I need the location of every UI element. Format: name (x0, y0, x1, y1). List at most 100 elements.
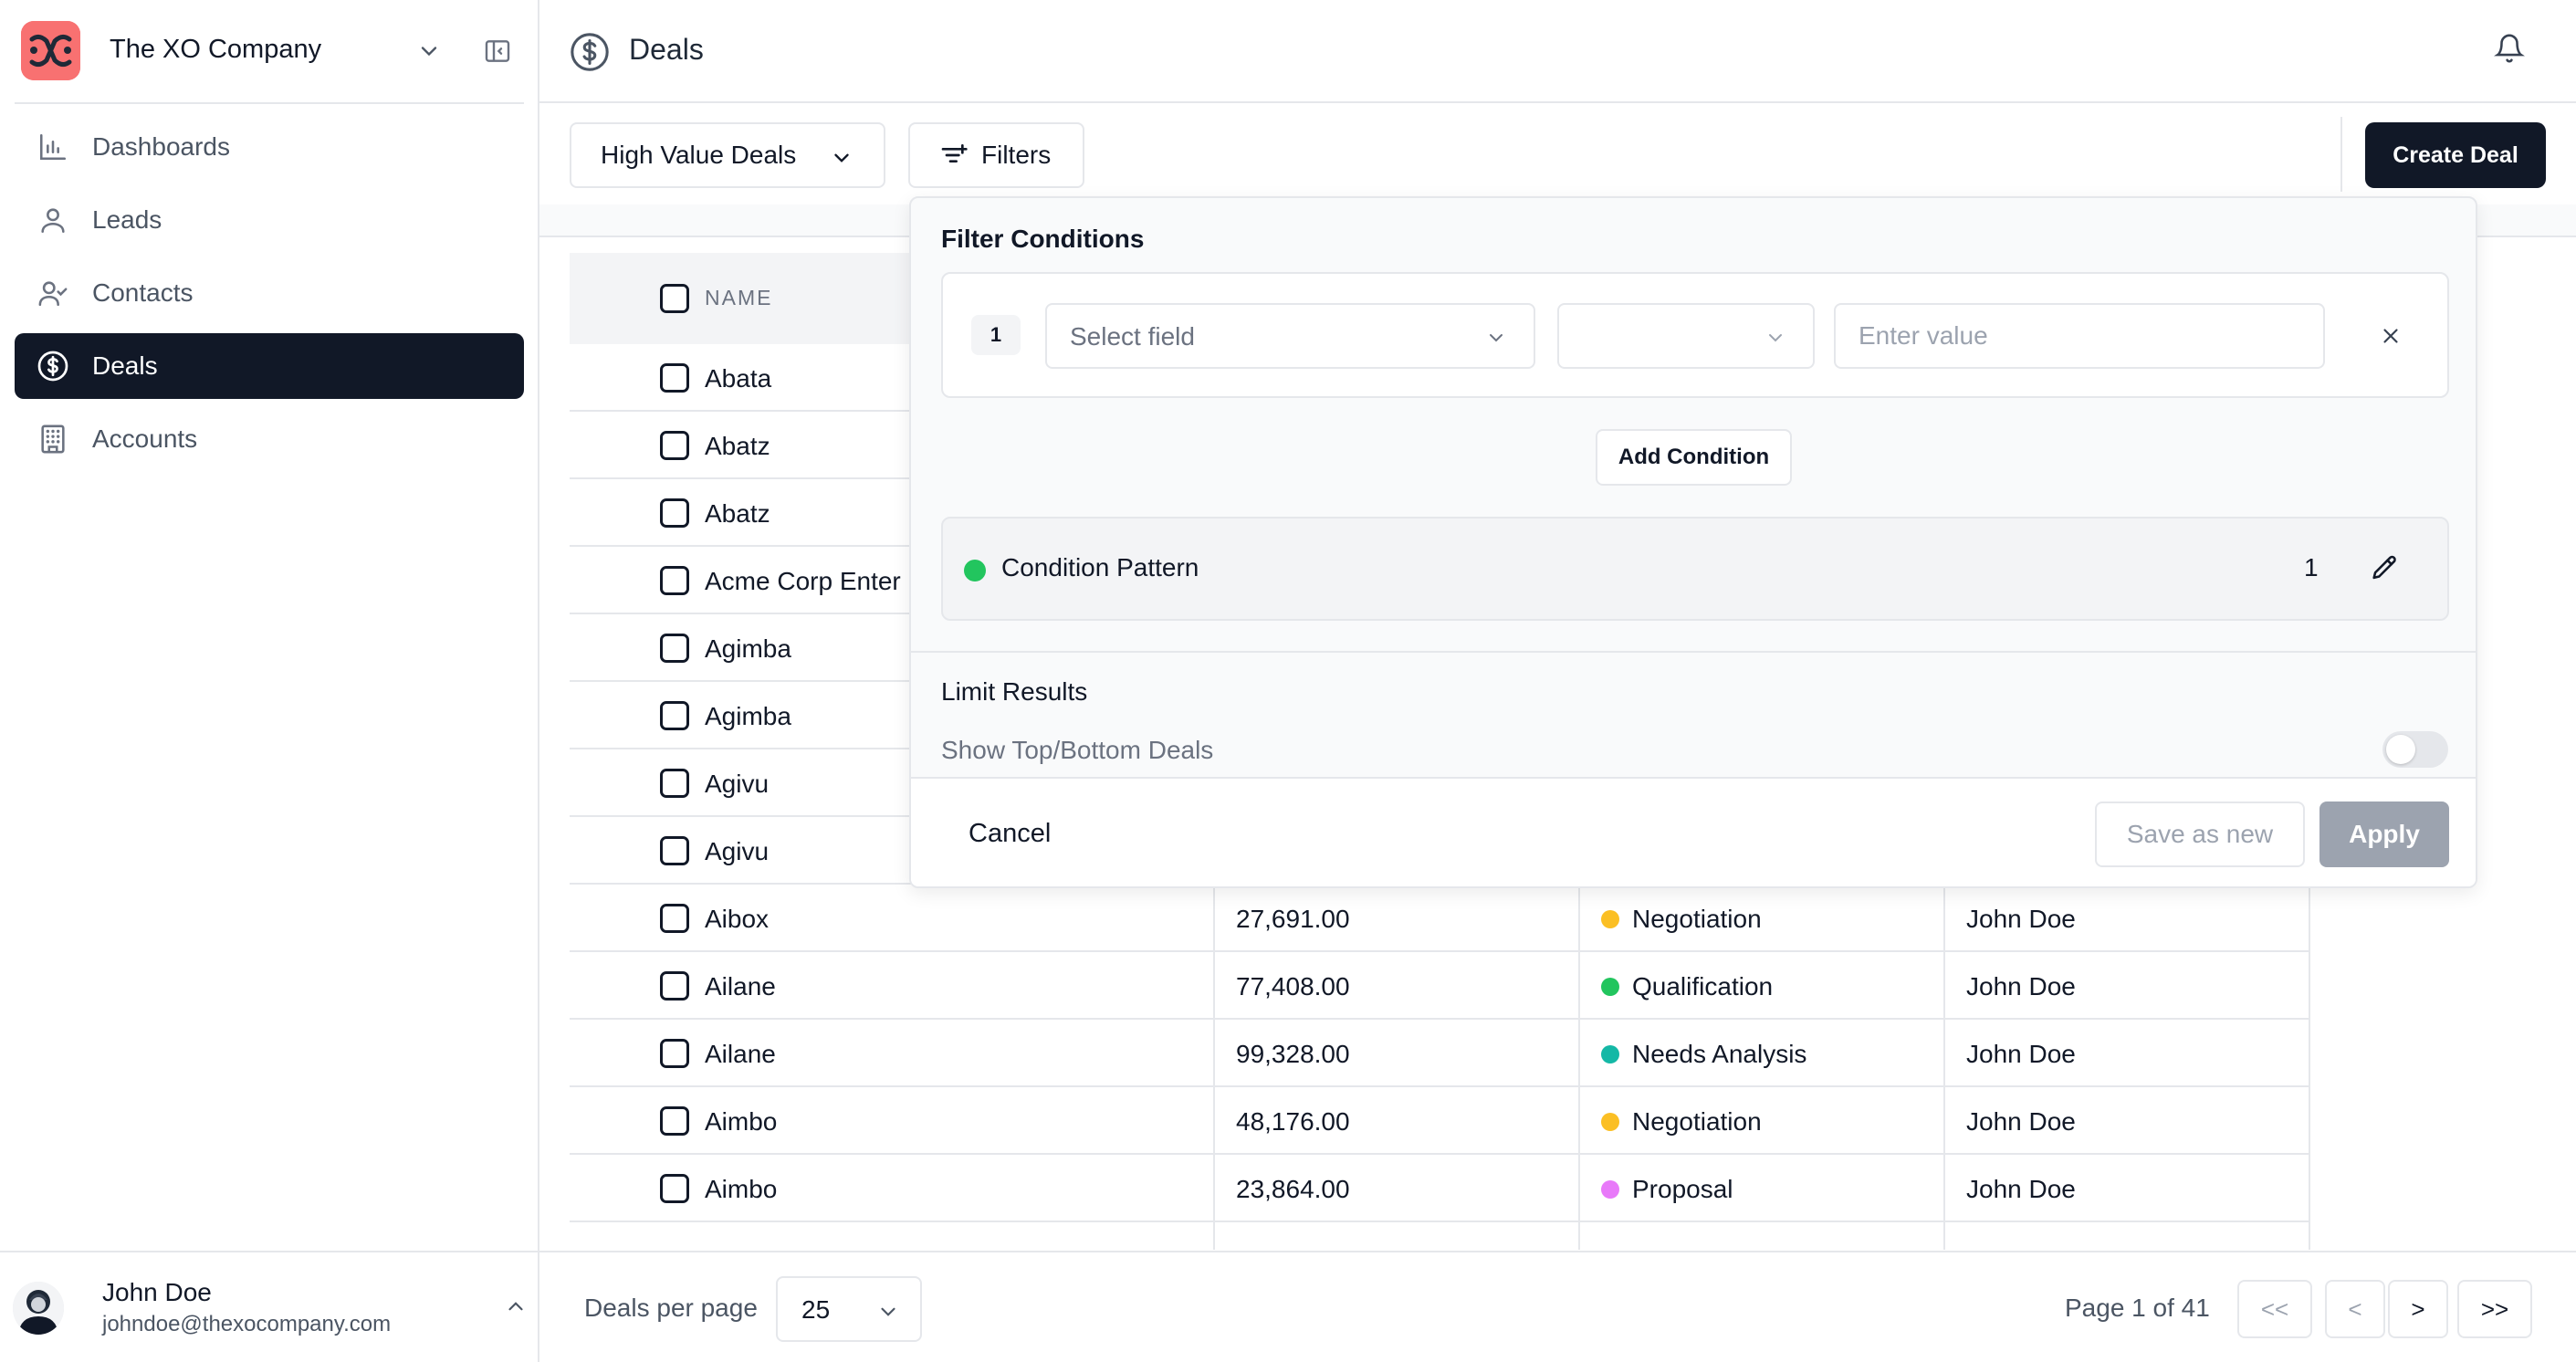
per-page-label: Deals per page (584, 1294, 758, 1322)
stage-dot (1601, 1113, 1619, 1131)
deal-name: Agivu (705, 770, 770, 798)
limit-results-title: Limit Results (941, 677, 1088, 706)
top-bottom-label: Show Top/Bottom Deals (941, 736, 1214, 764)
avatar (13, 1282, 64, 1335)
chevron-down-icon (1764, 327, 1786, 349)
row-checkbox[interactable] (660, 1174, 689, 1203)
next-page-button[interactable]: > (2388, 1280, 2448, 1338)
stage-label: Qualification (1632, 972, 1774, 1001)
sidebar-item-label: Leads (92, 205, 162, 234)
add-condition-button[interactable]: Add Condition (1596, 429, 1792, 486)
create-deal-button[interactable]: Create Deal (2365, 122, 2546, 188)
deal-stage: Negotiation (1601, 1107, 1762, 1137)
deal-name: Abatz (705, 499, 770, 528)
sidebar-nav: Dashboards Leads Contacts Deals Accounts (15, 114, 524, 479)
company-logo (21, 21, 80, 80)
toggle-knob (2386, 735, 2415, 764)
company-switcher[interactable]: The XO Company (0, 0, 538, 103)
stage-dot (1601, 910, 1619, 928)
deal-name: Agimba (705, 702, 791, 730)
deal-owner: John Doe (1966, 1107, 2076, 1136)
select-all-checkbox[interactable] (660, 284, 689, 313)
save-as-new-button[interactable]: Save as new (2095, 801, 2305, 867)
sidebar-item-label: Contacts (92, 278, 194, 307)
column-divider (2309, 885, 2310, 1250)
top-bottom-toggle[interactable] (2382, 731, 2448, 768)
user-name: John Doe (102, 1278, 212, 1306)
row-checkbox[interactable] (660, 431, 689, 460)
column-divider (1213, 885, 1215, 1250)
deal-name: Acme Corp Enter (705, 567, 901, 595)
table-row[interactable]: Aimbo 48,176.00 Negotiation John Doe (570, 1087, 2309, 1155)
pencil-icon[interactable] (2369, 553, 2400, 584)
row-checkbox[interactable] (660, 1106, 689, 1136)
deal-name: Aimbo (705, 1175, 778, 1203)
apply-button[interactable]: Apply (2319, 801, 2449, 867)
deal-stage: Negotiation (1601, 905, 1762, 934)
building-icon (37, 423, 69, 456)
stage-label: Negotiation (1632, 905, 1762, 933)
chevron-down-icon (876, 1300, 900, 1324)
bell-icon[interactable] (2494, 33, 2525, 64)
table-row[interactable]: Aibox 27,691.00 Negotiation John Doe (570, 885, 2309, 952)
page-info: Page 1 of 41 (2065, 1294, 2210, 1322)
deal-owner: John Doe (1966, 1175, 2076, 1203)
row-checkbox[interactable] (660, 971, 689, 1001)
filter-panel-divider (911, 651, 2476, 653)
column-divider (1943, 885, 1945, 1250)
row-checkbox[interactable] (660, 1039, 689, 1068)
row-checkbox[interactable] (660, 566, 689, 595)
deal-name: Abata (705, 364, 772, 393)
filters-button[interactable]: Filters (908, 122, 1084, 188)
bar-chart-icon (37, 131, 69, 163)
sidebar: The XO Company Dashboards Leads Contacts (0, 0, 539, 1362)
user-menu[interactable]: John Doe johndoe@thexocompany.com (0, 1251, 538, 1362)
row-checkbox[interactable] (660, 836, 689, 865)
sidebar-item-dashboards[interactable]: Dashboards (15, 114, 524, 180)
value-input[interactable] (1834, 303, 2325, 369)
page-title: Deals (629, 33, 704, 66)
deal-name: Ailane (705, 1040, 776, 1068)
sidebar-item-deals[interactable]: Deals (15, 333, 524, 399)
deal-stage: Proposal (1601, 1175, 1733, 1204)
table-row[interactable]: Ailane 99,328.00 Needs Analysis John Doe (570, 1020, 2309, 1087)
sidebar-item-leads[interactable]: Leads (15, 187, 524, 253)
close-icon[interactable] (2379, 324, 2403, 348)
dollar-circle-icon (569, 31, 611, 73)
filter-panel-footer: Cancel Save as new Apply (911, 777, 2476, 886)
row-checkbox[interactable] (660, 363, 689, 393)
cancel-button[interactable]: Cancel (969, 819, 1051, 849)
deal-name: Agivu (705, 837, 770, 865)
chevron-down-icon[interactable] (416, 38, 442, 64)
collapse-sidebar-icon[interactable] (483, 37, 512, 66)
sidebar-divider (15, 102, 524, 104)
row-checkbox[interactable] (660, 701, 689, 730)
row-checkbox[interactable] (660, 498, 689, 528)
operator-select[interactable] (1557, 303, 1815, 369)
first-page-button[interactable]: << (2237, 1280, 2312, 1338)
per-page-value: 25 (801, 1295, 831, 1324)
dollar-circle-icon (37, 350, 69, 382)
saved-view-select[interactable]: High Value Deals (570, 122, 885, 188)
table-row[interactable]: Ailane 77,408.00 Qualification John Doe (570, 952, 2309, 1020)
user-icon (37, 204, 69, 236)
sidebar-item-contacts[interactable]: Contacts (15, 260, 524, 326)
last-page-button[interactable]: >> (2457, 1280, 2532, 1338)
row-checkbox[interactable] (660, 634, 689, 663)
field-select[interactable]: Select field (1045, 303, 1535, 369)
chevron-up-icon[interactable] (504, 1294, 528, 1318)
saved-view-label: High Value Deals (601, 141, 797, 169)
condition-pattern-label: Condition Pattern (1001, 553, 1199, 581)
row-checkbox[interactable] (660, 904, 689, 933)
filter-panel: Filter Conditions 1 Select field Add Con… (909, 196, 2477, 888)
prev-page-button[interactable]: < (2325, 1280, 2385, 1338)
chevron-down-icon (1485, 327, 1507, 349)
table-row[interactable]: Aimbo 23,864.00 Proposal John Doe (570, 1155, 2309, 1222)
sidebar-item-accounts[interactable]: Accounts (15, 406, 524, 472)
row-checkbox[interactable] (660, 769, 689, 798)
condition-pattern-value: 1 (2304, 553, 2319, 581)
field-select-placeholder: Select field (1070, 322, 1195, 351)
deal-owner: John Doe (1966, 1040, 2076, 1068)
user-email: johndoe@thexocompany.com (102, 1312, 392, 1336)
per-page-select[interactable]: 25 (776, 1276, 922, 1342)
